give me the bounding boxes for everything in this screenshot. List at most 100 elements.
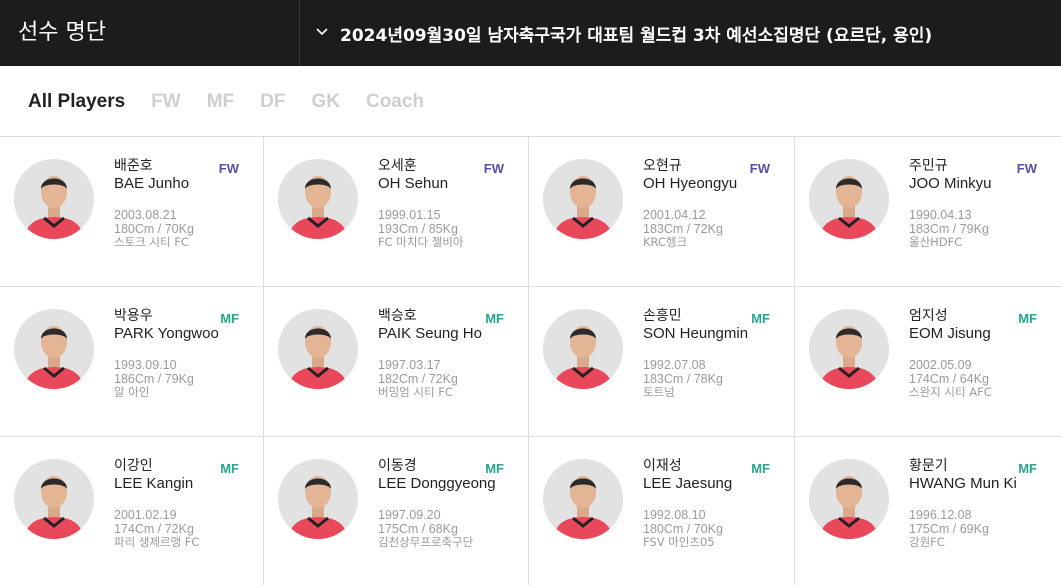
player-club: 김천상무프로축구단	[378, 535, 474, 549]
player-body: 183Cm / 72Kg	[643, 221, 723, 236]
player-photo	[278, 159, 358, 239]
player-birthdate: 1992.08.10	[643, 508, 706, 522]
player-body: 183Cm / 78Kg	[643, 371, 723, 386]
player-body: 182Cm / 72Kg	[378, 371, 458, 386]
position-badge: FW	[483, 161, 504, 176]
player-meta: 1993.09.10 186Cm / 79Kg 알 아인	[114, 358, 255, 400]
player-club: 토트넘	[643, 385, 675, 399]
position-badge: MF	[1018, 461, 1037, 476]
player-meta: 2003.08.21 180Cm / 70Kg 스토크 시티 FC	[114, 208, 255, 250]
player-card[interactable]: 이동경 LEE Donggyeong 1997.09.20 175Cm / 68…	[264, 437, 529, 585]
player-club: 파리 생제르맹 FC	[114, 535, 200, 549]
player-card[interactable]: 백승호 PAIK Seung Ho 1997.03.17 182Cm / 72K…	[264, 287, 529, 437]
player-card[interactable]: 이재성 LEE Jaesung 1992.08.10 180Cm / 70Kg …	[529, 437, 795, 585]
tab-coach[interactable]: Coach	[366, 88, 424, 116]
player-meta: 2001.04.12 183Cm / 72Kg KRC헹크	[643, 208, 786, 250]
player-body: 175Cm / 69Kg	[909, 521, 989, 536]
player-club: KRC헹크	[643, 235, 688, 249]
player-birthdate: 2003.08.21	[114, 208, 177, 222]
player-club: FC 마치다 젤비아	[378, 235, 464, 249]
player-photo	[14, 309, 94, 389]
player-club: 강원FC	[909, 535, 945, 549]
player-card[interactable]: 배준호 BAE Junho 2003.08.21 180Cm / 70Kg 스토…	[0, 137, 264, 287]
player-photo	[278, 309, 358, 389]
player-name-en: JOO Minkyu	[909, 175, 992, 192]
tab-gk[interactable]: GK	[311, 88, 340, 116]
player-body: 193Cm / 85Kg	[378, 221, 458, 236]
top-bar: 선수 명단 2024년09월30일 남자축구국가 대표팀 월드컵 3차 예선소집…	[0, 0, 1061, 66]
player-name-en: SON Heungmin	[643, 325, 749, 342]
position-badge: FW	[1016, 161, 1037, 176]
player-meta: 2001.02.19 174Cm / 72Kg 파리 생제르맹 FC	[114, 508, 255, 550]
position-badge: MF	[220, 461, 239, 476]
player-card[interactable]: 엄지성 EOM Jisung 2002.05.09 174Cm / 64Kg 스…	[795, 287, 1061, 437]
player-grid: 배준호 BAE Junho 2003.08.21 180Cm / 70Kg 스토…	[0, 136, 1061, 585]
player-birthdate: 1999.01.15	[378, 208, 441, 222]
player-photo	[809, 309, 889, 389]
player-club: 버밍엄 시티 FC	[378, 385, 453, 399]
player-name-en: BAE Junho	[114, 175, 190, 192]
player-meta: 1992.07.08 183Cm / 78Kg 토트넘	[643, 358, 786, 400]
player-name-en: EOM Jisung	[909, 325, 991, 342]
player-name-en: LEE Jaesung	[643, 475, 733, 492]
player-body: 183Cm / 79Kg	[909, 221, 989, 236]
player-card[interactable]: 주민규 JOO Minkyu 1990.04.13 183Cm / 79Kg 울…	[795, 137, 1061, 287]
player-body: 175Cm / 68Kg	[378, 521, 458, 536]
tab-mf[interactable]: MF	[207, 88, 234, 116]
position-badge: MF	[485, 461, 504, 476]
player-photo	[543, 159, 623, 239]
player-birthdate: 2001.02.19	[114, 508, 177, 522]
player-card[interactable]: 오현규 OH Hyeongyu 2001.04.12 183Cm / 72Kg …	[529, 137, 795, 287]
position-badge: FW	[749, 161, 770, 176]
player-meta: 1992.08.10 180Cm / 70Kg FSV 마인츠05	[643, 508, 786, 550]
player-meta: 1997.03.17 182Cm / 72Kg 버밍엄 시티 FC	[378, 358, 520, 400]
player-name-en: OH Hyeongyu	[643, 175, 738, 192]
player-meta: 1990.04.13 183Cm / 79Kg 울산HDFC	[909, 208, 1053, 250]
player-club: FSV 마인츠05	[643, 535, 715, 549]
player-birthdate: 2002.05.09	[909, 358, 972, 372]
player-birthdate: 1997.09.20	[378, 508, 441, 522]
position-badge: MF	[751, 461, 770, 476]
roster-selector[interactable]: 2024년09월30일 남자축구국가 대표팀 월드컵 3차 예선소집명단 (요르…	[300, 0, 1061, 66]
player-birthdate: 1993.09.10	[114, 358, 177, 372]
player-club: 스토크 시티 FC	[114, 235, 189, 249]
player-name-en: OH Sehun	[378, 175, 449, 192]
player-card[interactable]: 박용우 PARK Yongwoo 1993.09.10 186Cm / 79Kg…	[0, 287, 264, 437]
player-body: 180Cm / 70Kg	[114, 221, 194, 236]
player-photo	[809, 159, 889, 239]
player-name-en: LEE Donggyeong	[378, 475, 496, 492]
player-birthdate: 2001.04.12	[643, 208, 706, 222]
player-card[interactable]: 손흥민 SON Heungmin 1992.07.08 183Cm / 78Kg…	[529, 287, 795, 437]
position-badge: FW	[218, 161, 239, 176]
player-birthdate: 1997.03.17	[378, 358, 441, 372]
tab-all-players[interactable]: All Players	[28, 88, 125, 116]
position-badge: MF	[751, 311, 770, 326]
player-body: 174Cm / 72Kg	[114, 521, 194, 536]
tab-fw[interactable]: FW	[151, 88, 181, 116]
page-title: 선수 명단	[0, 0, 300, 66]
player-birthdate: 1996.12.08	[909, 508, 972, 522]
player-body: 174Cm / 64Kg	[909, 371, 989, 386]
player-photo	[543, 309, 623, 389]
player-body: 186Cm / 79Kg	[114, 371, 194, 386]
player-name-en: PAIK Seung Ho	[378, 325, 482, 342]
player-meta: 1997.09.20 175Cm / 68Kg 김천상무프로축구단	[378, 508, 520, 550]
chevron-down-icon	[316, 28, 328, 36]
player-birthdate: 1990.04.13	[909, 208, 972, 222]
player-card[interactable]: 이강인 LEE Kangin 2001.02.19 174Cm / 72Kg 파…	[0, 437, 264, 585]
player-name-en: PARK Yongwoo	[114, 325, 219, 342]
position-badge: MF	[485, 311, 504, 326]
player-name-en: LEE Kangin	[114, 475, 194, 492]
player-card[interactable]: 황문기 HWANG Mun Ki 1996.12.08 175Cm / 69Kg…	[795, 437, 1061, 585]
player-club: 울산HDFC	[909, 235, 963, 249]
player-photo	[543, 459, 623, 539]
player-name-en: HWANG Mun Ki	[909, 475, 1017, 492]
player-photo	[14, 159, 94, 239]
player-meta: 1999.01.15 193Cm / 85Kg FC 마치다 젤비아	[378, 208, 520, 250]
player-photo	[14, 459, 94, 539]
tab-df[interactable]: DF	[260, 88, 285, 116]
player-photo	[809, 459, 889, 539]
player-photo	[278, 459, 358, 539]
player-card[interactable]: 오세훈 OH Sehun 1999.01.15 193Cm / 85Kg FC …	[264, 137, 529, 287]
player-club: 스완지 시티 AFC	[909, 385, 992, 399]
